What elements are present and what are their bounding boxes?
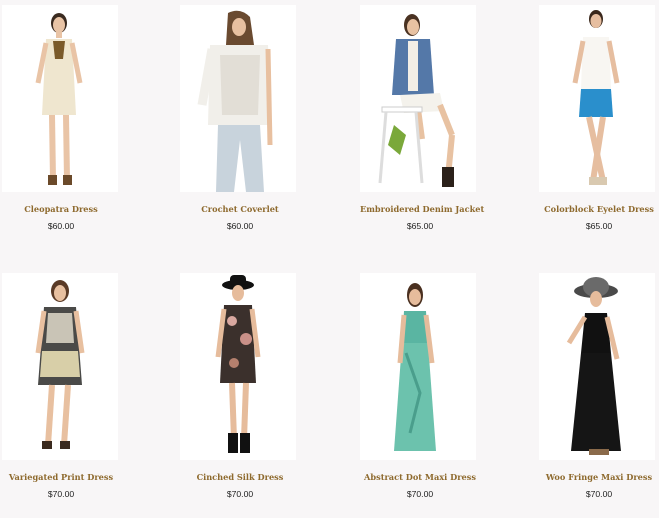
product-name[interactable]: Abstract Dot Maxi Dress <box>360 472 480 482</box>
product-name[interactable]: Embroidered Denim Jacket <box>360 204 484 214</box>
product-price: $70.00 <box>47 489 75 499</box>
product-image[interactable] <box>2 273 118 460</box>
product-price: $65.00 <box>585 221 613 231</box>
product-card[interactable]: Abstract Dot Maxi Dress $70.00 <box>360 268 540 518</box>
product-price: $65.00 <box>406 221 434 231</box>
product-name[interactable]: Woo Fringe Maxi Dress <box>539 472 659 482</box>
product-name[interactable]: Cleopatra Dress <box>1 204 121 214</box>
product-card[interactable]: Variegated Print Dress $70.00 <box>1 268 181 518</box>
product-price: $60.00 <box>226 221 254 231</box>
product-grid: Cleopatra Dress $60.00 Crochet Coverlet … <box>0 0 659 518</box>
product-card[interactable]: Crochet Coverlet $60.00 <box>180 0 360 250</box>
product-card[interactable]: Woo Fringe Maxi Dress $70.00 <box>539 268 659 518</box>
product-price: $70.00 <box>406 489 434 499</box>
product-price: $70.00 <box>585 489 613 499</box>
product-name[interactable]: Crochet Coverlet <box>180 204 300 214</box>
product-image[interactable] <box>180 273 296 460</box>
product-name[interactable]: Colorblock Eyelet Dress <box>539 204 659 214</box>
product-image[interactable] <box>360 5 476 192</box>
product-price: $70.00 <box>226 489 254 499</box>
product-image[interactable] <box>360 273 476 460</box>
product-card[interactable]: Embroidered Denim Jacket $65.00 <box>360 0 540 250</box>
product-card[interactable]: Colorblock Eyelet Dress $65.00 <box>539 0 659 250</box>
product-card[interactable]: Cinched Silk Dress $70.00 <box>180 268 360 518</box>
product-image[interactable] <box>539 273 655 460</box>
product-image[interactable] <box>2 5 118 192</box>
product-price: $60.00 <box>47 221 75 231</box>
product-card[interactable]: Cleopatra Dress $60.00 <box>1 0 181 250</box>
product-name[interactable]: Variegated Print Dress <box>1 472 121 482</box>
product-image[interactable] <box>180 5 296 192</box>
product-image[interactable] <box>539 5 655 192</box>
product-name[interactable]: Cinched Silk Dress <box>180 472 300 482</box>
